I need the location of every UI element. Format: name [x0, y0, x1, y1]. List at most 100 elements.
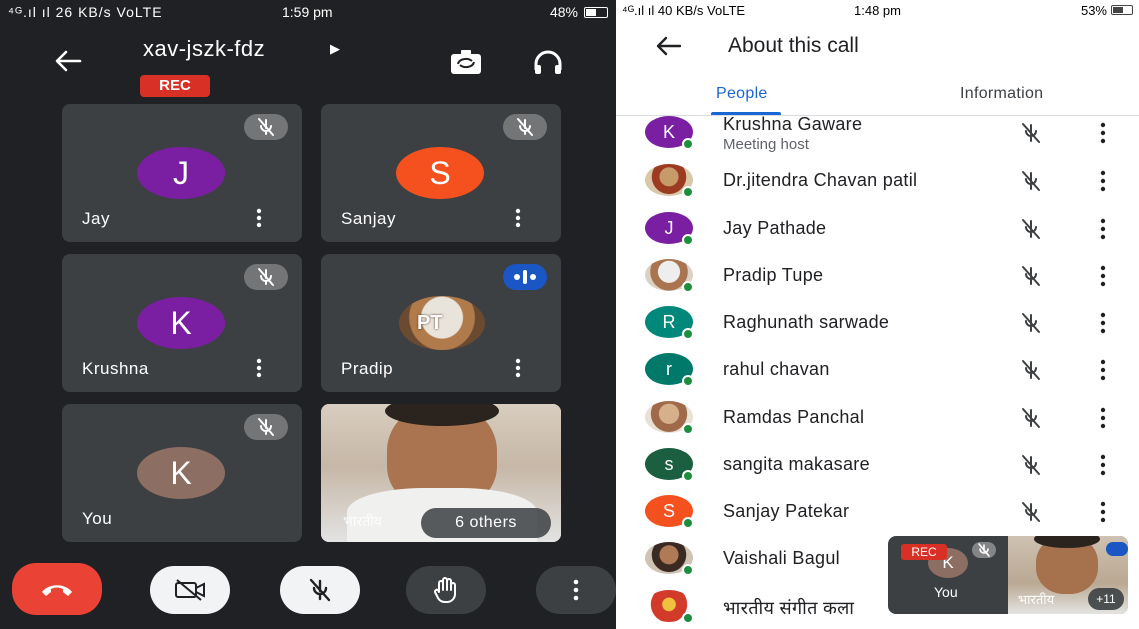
participant-row[interactable]: Dr.jitendra Chavan patil	[616, 164, 1139, 211]
back-arrow-icon[interactable]	[654, 34, 684, 58]
avatar: K	[137, 297, 225, 349]
battery-percent: 48%	[549, 4, 578, 20]
more-options-icon[interactable]	[511, 208, 525, 228]
participant-row[interactable]: J Jay Pathade	[616, 212, 1139, 259]
tab-information[interactable]: Information	[960, 85, 1043, 103]
mic-toggle-button[interactable]	[280, 566, 360, 614]
avatar-photo: PT	[399, 296, 485, 350]
more-options-icon[interactable]	[511, 358, 525, 378]
speaking-indicator-icon	[503, 264, 547, 290]
online-status-dot	[682, 234, 694, 246]
more-options-icon[interactable]	[1096, 265, 1110, 287]
more-options-icon[interactable]	[252, 358, 266, 378]
signal-indicator: ⁴ᴳ.ıl ıl 26 KB/s VoLTE	[8, 4, 163, 20]
avatar: S	[396, 147, 484, 199]
avatar: J	[137, 147, 225, 199]
participant-row[interactable]: r rahul chavan	[616, 353, 1139, 400]
participant-name: sangita makasare	[723, 454, 870, 474]
tile-name: भारतीय	[343, 513, 382, 529]
battery-icon	[1111, 5, 1133, 15]
more-options-icon[interactable]	[1096, 359, 1110, 381]
more-options-icon[interactable]	[252, 208, 266, 228]
status-time: 1:48 pm	[854, 3, 901, 18]
screenshot-root: ⁴ᴳ.ıl ıl 26 KB/s VoLTE 1:59 pm 48% xav-j…	[0, 0, 1139, 629]
audio-output-icon[interactable]	[530, 48, 566, 78]
participant-row[interactable]: K Krushna Gaware Meeting host	[616, 114, 1139, 163]
status-bar: ⁴ᴳ.ıl ıl 26 KB/s VoLTE 1:59 pm 48%	[0, 0, 616, 26]
muted-mic-icon	[1022, 266, 1040, 286]
avatar: K	[137, 447, 225, 499]
participant-name: Jay Pathade	[723, 218, 827, 238]
more-options-icon[interactable]	[1096, 122, 1110, 144]
more-options-icon[interactable]	[1096, 407, 1110, 429]
muted-mic-icon	[244, 114, 288, 140]
online-status-dot	[682, 470, 694, 482]
tab-people[interactable]: People	[716, 85, 768, 103]
online-status-dot	[682, 612, 694, 624]
more-options-icon[interactable]	[1096, 454, 1110, 476]
muted-mic-icon	[244, 414, 288, 440]
online-status-dot	[682, 564, 694, 576]
muted-mic-icon	[1022, 171, 1040, 191]
status-time: 1:59 pm	[282, 4, 333, 20]
expand-caret-icon[interactable]: ▶	[330, 41, 340, 57]
tile-name: Krushna	[82, 359, 149, 378]
switch-camera-icon[interactable]	[447, 48, 485, 78]
participant-row[interactable]: S Sanjay Patekar	[616, 495, 1139, 542]
participant-name: Dr.jitendra Chavan patil	[723, 170, 918, 190]
tile-name: Pradip	[341, 359, 394, 378]
recording-badge: REC	[901, 544, 947, 560]
participant-tile-jay[interactable]: J Jay	[62, 104, 302, 242]
end-call-button[interactable]	[12, 563, 102, 615]
muted-mic-icon	[1022, 408, 1040, 428]
picture-in-picture[interactable]: K REC You भारतीय +11	[888, 536, 1128, 614]
battery-percent: 53%	[1080, 3, 1107, 18]
meet-call-screen: ⁴ᴳ.ıl ıl 26 KB/s VoLTE 1:59 pm 48% xav-j…	[0, 0, 616, 629]
participant-tile-others[interactable]: भारतीय 6 others	[321, 404, 561, 542]
participant-row[interactable]: R Raghunath sarwade	[616, 306, 1139, 353]
muted-mic-icon	[1022, 123, 1040, 143]
more-options-icon[interactable]	[1096, 170, 1110, 192]
camera-toggle-button[interactable]	[150, 566, 230, 614]
tile-name: You	[82, 509, 113, 528]
participant-name: Raghunath sarwade	[723, 312, 890, 332]
more-options-icon[interactable]	[1096, 501, 1110, 523]
muted-mic-icon	[1022, 455, 1040, 475]
video-feed: भारतीय +11	[1008, 536, 1128, 614]
video-caption: भारतीय	[1018, 592, 1055, 607]
participant-name: Sanjay Patekar	[723, 501, 850, 521]
participant-name: Ramdas Panchal	[723, 407, 865, 427]
participant-role: Meeting host	[723, 136, 809, 153]
online-status-dot	[682, 328, 694, 340]
raise-hand-button[interactable]	[406, 566, 486, 614]
battery-icon	[584, 7, 608, 18]
participant-name: भारतीय संगीत कला	[723, 598, 855, 618]
tile-name: Sanjay	[341, 209, 396, 228]
more-options-button[interactable]	[536, 566, 616, 614]
online-status-dot	[682, 138, 694, 150]
back-arrow-icon[interactable]	[50, 46, 86, 76]
online-status-dot	[682, 281, 694, 293]
meeting-code[interactable]: xav-jszk-fdz	[143, 36, 265, 62]
participant-name: Krushna Gaware	[723, 114, 863, 134]
signal-indicator: ⁴ᴳ.ıl ıl 40 KB/s VoLTE	[622, 3, 746, 18]
about-call-screen: ⁴ᴳ.ıl ıl 40 KB/s VoLTE 1:48 pm 53% About…	[616, 0, 1139, 629]
recording-badge: REC	[140, 75, 210, 97]
participant-tile-krushna[interactable]: K Krushna	[62, 254, 302, 392]
participant-row[interactable]: Ramdas Panchal	[616, 401, 1139, 448]
participant-tile-you[interactable]: K You	[62, 404, 302, 542]
participant-row[interactable]: Pradip Tupe	[616, 259, 1139, 306]
muted-mic-icon	[244, 264, 288, 290]
participant-tile-pradip[interactable]: PT Pradip	[321, 254, 561, 392]
others-count-pill[interactable]: 6 others	[421, 508, 551, 538]
more-options-icon[interactable]	[1096, 218, 1110, 240]
page-title: About this call	[728, 34, 859, 57]
muted-mic-icon	[1022, 360, 1040, 380]
participant-tile-sanjay[interactable]: S Sanjay	[321, 104, 561, 242]
participant-name: rahul chavan	[723, 359, 830, 379]
more-options-icon[interactable]	[1096, 312, 1110, 334]
tile-name: Jay	[82, 209, 110, 228]
participant-name: Vaishali Bagul	[723, 548, 840, 568]
participant-row[interactable]: s sangita makasare	[616, 448, 1139, 495]
online-status-dot	[682, 423, 694, 435]
